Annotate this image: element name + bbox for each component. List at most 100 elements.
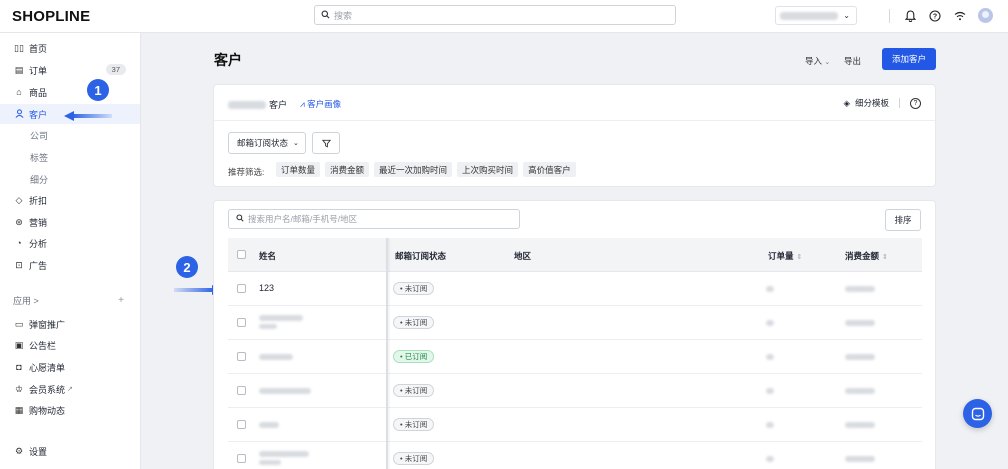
customer-profile-label: 客户画像 — [307, 99, 342, 109]
orders-redacted — [766, 320, 774, 326]
sidebar-item-tags[interactable]: 标签 — [0, 147, 140, 167]
customer-subtext-redacted — [259, 460, 281, 465]
filter-select[interactable]: 邮箱订阅状态 ⌄ — [228, 132, 306, 154]
sidebar-item-orders[interactable]: ▤ 订单 37 — [0, 60, 140, 80]
row-checkbox[interactable] — [237, 386, 246, 395]
annotation-arrow-left-icon — [64, 111, 112, 121]
customer-subtext-redacted — [259, 324, 277, 329]
table-row[interactable]: • 未订阅 — [228, 306, 922, 340]
chip-spent[interactable]: 消费金额 — [325, 162, 370, 177]
top-bar: SHOPLINE 搜索 ⌄ ? — [0, 0, 1008, 33]
shopline-logo[interactable]: SHOPLINE — [12, 8, 90, 25]
sidebar-item-segments[interactable]: 细分 — [0, 169, 140, 189]
import-button[interactable]: 导入 ⌄ — [805, 55, 830, 67]
annotation-step-2: 2 — [176, 256, 198, 278]
chat-icon — [971, 407, 984, 420]
wifi-icon[interactable] — [953, 9, 967, 23]
sidebar-item-marketing[interactable]: ⊛ 营销 — [0, 212, 140, 232]
sidebar-item-label: 分析 — [29, 238, 48, 249]
header-region[interactable]: 地区 — [514, 250, 531, 262]
chart-icon: ⩘ — [300, 99, 305, 109]
search-icon — [236, 214, 244, 224]
row-checkbox[interactable] — [237, 318, 246, 327]
customer-name[interactable]: 123 — [259, 283, 274, 293]
customer-table-card: 搜索用户名/邮箱/手机号/地区 排序 姓名 邮箱订阅状态 地区 订单量 ⇕ 消费金… — [213, 200, 936, 469]
bell-icon[interactable] — [903, 9, 917, 23]
chat-support-button[interactable] — [963, 399, 992, 428]
orders-count-badge: 37 — [105, 64, 126, 75]
select-all-checkbox[interactable] — [237, 250, 246, 259]
add-customer-button[interactable]: 添加客户 — [882, 48, 936, 70]
row-checkbox[interactable] — [237, 420, 246, 429]
sidebar-item-label: 首页 — [29, 43, 48, 54]
row-checkbox[interactable] — [237, 284, 246, 293]
global-search-input[interactable]: 搜索 — [314, 5, 676, 25]
chip-high-value[interactable]: 高价值客户 — [523, 162, 576, 177]
status-badge: • 已订阅 — [393, 350, 435, 363]
sidebar-item-announcement[interactable]: ▣ 公告栏 — [0, 335, 140, 355]
row-checkbox[interactable] — [237, 454, 246, 463]
sidebar-item-companies[interactable]: 公司 — [0, 125, 140, 145]
header-orders[interactable]: 订单量 ⇕ — [768, 250, 802, 262]
filter-button[interactable] — [312, 132, 340, 154]
table-row[interactable]: 123 • 未订阅 — [228, 272, 922, 306]
orders-redacted — [766, 456, 774, 462]
sidebar-item-activity[interactable]: ▦ 购物动态 — [0, 400, 140, 420]
store-selector[interactable]: ⌄ — [775, 6, 857, 25]
header-spent[interactable]: 消费金额 ⇕ — [845, 250, 888, 262]
status-badge: • 未订阅 — [393, 418, 435, 431]
sidebar-item-analytics[interactable]: ◔ 分析 — [0, 233, 140, 253]
chevron-down-icon: ⌄ — [843, 11, 850, 20]
segment-name[interactable]: 客户 — [228, 98, 287, 111]
sidebar-item-discounts[interactable]: ◇ 折扣 — [0, 190, 140, 210]
customer-name-redacted — [259, 422, 279, 428]
customer-search-input[interactable]: 搜索用户名/邮箱/手机号/地区 — [228, 209, 520, 229]
sort-icon: ⇕ — [796, 254, 803, 261]
segment-template-button[interactable]: 细分模板 — [855, 97, 889, 109]
customer-profile-link[interactable]: ⩘ 客户画像 — [300, 98, 341, 110]
segment-header: 客户 ⩘ 客户画像 ◈ 细分模板 ? — [214, 85, 935, 121]
chip-last-add-to-cart[interactable]: 最近一次加购时间 — [374, 162, 453, 177]
analytics-icon: ◔ — [16, 238, 22, 248]
chip-last-purchase[interactable]: 上次购买时间 — [457, 162, 519, 177]
orders-redacted — [766, 354, 774, 360]
user-avatar[interactable] — [978, 8, 993, 23]
table-row[interactable]: • 已订阅 — [228, 340, 922, 374]
customer-name-redacted — [259, 451, 309, 457]
search-placeholder: 搜索 — [334, 10, 353, 21]
spent-redacted — [845, 422, 875, 428]
sidebar-item-popup[interactable]: ▭ 弹窗推广 — [0, 314, 140, 334]
help-icon[interactable]: ? — [910, 97, 921, 109]
customer-name-redacted — [259, 388, 311, 394]
activity-icon: ▦ — [14, 404, 24, 415]
sidebar-item-label: 标签 — [30, 152, 49, 163]
row-checkbox[interactable] — [237, 352, 246, 361]
bag-icon: ⌂ — [16, 87, 22, 97]
help-icon[interactable]: ? — [928, 9, 942, 23]
table-row[interactable]: • 未订阅 — [228, 374, 922, 408]
export-button[interactable]: 导出 — [844, 55, 861, 67]
add-app-icon[interactable]: + — [118, 295, 124, 306]
sidebar: ▯▯ 首页 ▤ 订单 37 ⌂ 商品 客户 公司 标签 细分 ◇ 折扣 ⊛ 营销… — [0, 33, 141, 469]
sort-button[interactable]: 排序 — [885, 209, 921, 231]
table-row[interactable]: • 未订阅 — [228, 442, 922, 469]
header-name[interactable]: 姓名 — [259, 250, 276, 262]
segment-title-redacted — [228, 100, 266, 109]
table-row[interactable]: • 未订阅 — [228, 408, 922, 442]
sidebar-item-home[interactable]: ▯▯ 首页 — [0, 38, 140, 58]
sidebar-item-label: 广告 — [29, 260, 48, 271]
sidebar-item-settings[interactable]: ⚙ 设置 — [0, 441, 140, 461]
sidebar-item-products[interactable]: ⌂ 商品 — [0, 82, 140, 102]
spent-redacted — [845, 320, 875, 326]
status-badge: • 未订阅 — [393, 384, 435, 397]
sidebar-item-ads[interactable]: ⊡ 广告 — [0, 255, 140, 275]
sidebar-item-wishlist[interactable]: ◘ 心愿清单 — [0, 357, 140, 377]
chip-order-count[interactable]: 订单数量 — [276, 162, 321, 177]
sidebar-item-membership[interactable]: ♔ 会员系统 ↗ — [0, 379, 140, 399]
popup-icon: ▭ — [14, 318, 24, 329]
layers-icon: ◈ — [843, 97, 850, 108]
status-badge: • 未订阅 — [393, 282, 435, 295]
sidebar-apps-header[interactable]: 应用 > + — [0, 290, 140, 310]
header-email-status[interactable]: 邮箱订阅状态 — [395, 250, 446, 262]
marketing-icon: ⊛ — [15, 216, 23, 227]
